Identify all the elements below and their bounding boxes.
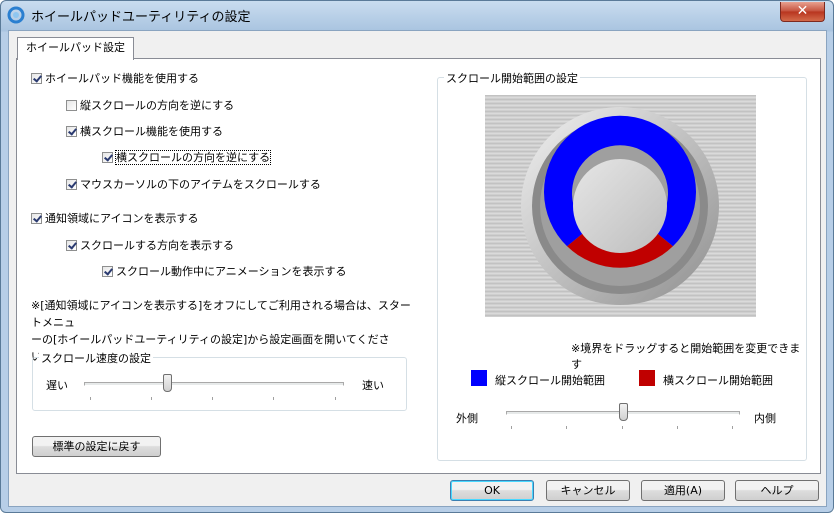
option-enable-wheelpad[interactable]: ホイールパッド機能を使用する [31, 71, 199, 87]
range-inner-label: 内側 [754, 412, 776, 425]
help-button[interactable]: ヘルプ [735, 480, 819, 501]
horizontal-legend-label: 横スクロール開始範囲 [663, 374, 773, 387]
option-scroll-under-cursor[interactable]: マウスカーソルの下のアイテムをスクロールする [66, 177, 321, 193]
option-label: マウスカーソルの下のアイテムをスクロールする [80, 178, 321, 191]
cancel-button[interactable]: キャンセル [546, 480, 630, 501]
scroll-speed-group: スクロール速度の設定 遅い 速い [32, 350, 407, 411]
speed-slider-thumb[interactable] [163, 374, 172, 392]
speed-slider-track[interactable] [84, 382, 344, 386]
slider-tick [566, 426, 567, 429]
horizontal-legend-swatch [639, 370, 655, 386]
slider-tick [212, 397, 213, 400]
checkbox[interactable] [102, 152, 113, 163]
note-line-1: ※[通知領域にアイコンを表示する]をオフにしてご利用される場合は、スタートメニュ [31, 299, 411, 329]
checkbox[interactable] [66, 179, 77, 190]
checkbox[interactable] [66, 240, 77, 251]
slider-tick [622, 426, 623, 429]
scroll-start-title: スクロール開始範囲の設定 [444, 70, 580, 86]
checkbox[interactable] [66, 126, 77, 137]
dialog-client: ホイールパッド設定 ホイールパッド機能を使用する 縦スクロールの方向を逆にする … [8, 30, 827, 507]
slider-tick [273, 397, 274, 400]
speed-max-label: 速い [362, 379, 384, 392]
close-button[interactable]: ✕ [780, 2, 825, 22]
checkbox[interactable] [102, 266, 113, 277]
option-label: 通知領域にアイコンを表示する [45, 212, 199, 225]
option-show-animation[interactable]: スクロール動作中にアニメーションを表示する [102, 264, 347, 280]
scroll-speed-title: スクロール速度の設定 [39, 350, 153, 366]
option-label: スクロール動作中にアニメーションを表示する [116, 265, 347, 278]
slider-tick [335, 397, 336, 400]
title-bar[interactable]: ホイールパッドユーティリティの設定 ✕ [1, 1, 833, 29]
reset-defaults-button[interactable]: 標準の設定に戻す [32, 436, 161, 457]
speed-min-label: 遅い [46, 379, 68, 392]
range-outer-label: 外側 [456, 412, 478, 425]
option-label: 横スクロール機能を使用する [80, 125, 223, 138]
apply-button[interactable]: 適用(A) [641, 480, 725, 501]
option-reverse-vertical[interactable]: 縦スクロールの方向を逆にする [66, 98, 234, 114]
checkbox[interactable] [66, 100, 77, 111]
vertical-legend-swatch [471, 370, 487, 386]
checkbox[interactable] [31, 213, 42, 224]
slider-tick [732, 426, 733, 429]
wheel-preview[interactable] [485, 95, 756, 317]
window-title: ホイールパッドユーティリティの設定 [31, 10, 251, 25]
option-label: 横スクロールの方向を逆にする [114, 150, 272, 165]
slider-tick [90, 397, 91, 400]
checkbox[interactable] [31, 73, 42, 84]
slider-tick [151, 397, 152, 400]
dialog-window: ホイールパッドユーティリティの設定 ✕ ホイールパッド設定 ホイールパッド機能を… [0, 0, 834, 513]
ok-button[interactable]: OK [450, 480, 534, 501]
wheel-center [573, 159, 667, 253]
vertical-legend-label: 縦スクロール開始範囲 [495, 374, 605, 387]
option-label: スクロールする方向を表示する [80, 239, 234, 252]
option-reverse-horizontal[interactable]: 横スクロールの方向を逆にする [102, 150, 272, 166]
app-icon [7, 6, 25, 24]
option-show-tray-icon[interactable]: 通知領域にアイコンを表示する [31, 211, 198, 227]
option-label: 縦スクロールの方向を逆にする [80, 99, 235, 112]
option-show-direction[interactable]: スクロールする方向を表示する [66, 238, 234, 254]
tab-wheelpad-settings[interactable]: ホイールパッド設定 [17, 37, 134, 60]
slider-tick [677, 426, 678, 429]
option-label: ホイールパッド機能を使用する [45, 72, 199, 85]
tab-panel: ホイールパッド機能を使用する 縦スクロールの方向を逆にする 横スクロール機能を使… [16, 58, 821, 474]
slider-tick [511, 426, 512, 429]
drag-hint: ※境界をドラッグすると開始範囲を変更できます [571, 342, 801, 371]
option-enable-horizontal[interactable]: 横スクロール機能を使用する [66, 124, 223, 140]
scroll-start-group: スクロール開始範囲の設定 ※境界をドラッグすると開始範囲を変更できます 縦スクロ… [437, 70, 807, 461]
range-slider-thumb[interactable] [619, 403, 628, 421]
